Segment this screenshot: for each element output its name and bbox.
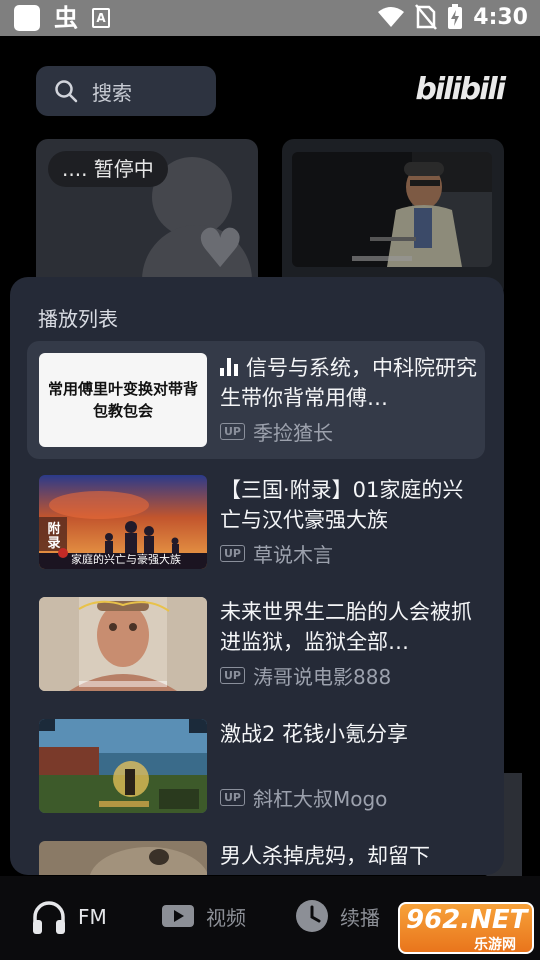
item-thumbnail: 常用傅里叶变换对带背包教包会 — [39, 353, 207, 447]
item-thumbnail — [39, 719, 207, 813]
item-title: 男人杀掉虎妈，却留下 — [220, 844, 430, 868]
search-icon — [55, 80, 78, 103]
nav-fm-label: FM — [78, 905, 107, 929]
up-badge-icon: UP — [220, 667, 245, 684]
playlist-item[interactable]: 未来世界生二胎的人会被抓进监狱，监狱全部… UP 涛哥说电影888 — [27, 585, 485, 703]
nav-continue-label: 续播 — [340, 905, 380, 930]
thumbnail-tag: 附录 — [47, 522, 61, 551]
item-thumbnail — [39, 597, 207, 691]
item-uploader: UP 草说木言 — [220, 539, 333, 568]
uploader-name: 涛哥说电影888 — [253, 665, 392, 689]
battery-charging-icon — [448, 4, 463, 29]
item-uploader: UP 涛哥说电影888 — [220, 661, 391, 690]
no-sim-icon — [415, 4, 438, 30]
playlist-item[interactable]: 附录 家庭的兴亡与豪强大族 【三国·附录】01家庭的兴亡与汉代豪强大族 UP 草… — [27, 463, 485, 581]
playlist-title: 播放列表 — [38, 307, 118, 331]
clock: 4:30 — [473, 4, 528, 30]
up-badge-icon: UP — [220, 789, 245, 806]
uploader-name: 斜杠大叔Mogo — [253, 787, 388, 811]
item-title-text: 信号与系统，中科院研究生带你背常用傅… — [220, 356, 477, 410]
watermark-subtext: 乐游网 — [474, 937, 516, 953]
notification-app-icon — [14, 5, 40, 31]
font-notification-icon: A — [92, 8, 110, 28]
thumbnail-text: 常用傅里叶变换对带背包教包会 — [39, 353, 207, 447]
video-icon — [162, 905, 194, 927]
item-uploader: UP 斜杠大叔Mogo — [220, 783, 387, 812]
headphones-icon — [33, 901, 65, 934]
item-thumbnail — [39, 841, 207, 875]
heart-icon[interactable]: ♥ — [196, 222, 244, 276]
item-title: 【三国·附录】01家庭的兴亡与汉代豪强大族 — [220, 478, 464, 532]
site-watermark: 962.NET 乐游网 — [398, 902, 534, 954]
wifi-icon — [378, 7, 405, 27]
up-badge-icon: UP — [220, 545, 245, 562]
playlist-panel: 播放列表 常用傅里叶变换对带背包教包会 信号与系统，中科院研究生带你背常用傅… … — [10, 277, 504, 875]
item-title: 信号与系统，中科院研究生带你背常用傅… — [220, 353, 482, 413]
nav-video-label: 视频 — [206, 905, 246, 930]
item-thumbnail: 附录 家庭的兴亡与豪强大族 — [39, 475, 207, 569]
bug-notification-icon: 虫 — [54, 4, 78, 32]
status-bar: 虫 A 4:30 — [0, 0, 540, 36]
nav-continue[interactable]: 续播 — [294, 898, 380, 934]
uploader-name: 草说木言 — [253, 543, 333, 567]
thumbnail-caption: 家庭的兴亡与豪强大族 — [71, 553, 181, 566]
up-badge-icon: UP — [220, 423, 245, 440]
item-uploader: UP 季捡猹长 — [220, 417, 333, 446]
playlist-item[interactable]: 激战2 花钱小氪分享 UP 斜杠大叔Mogo — [27, 707, 485, 825]
paused-badge: .... 暂停中 — [48, 151, 168, 187]
item-title: 激战2 花钱小氪分享 — [220, 722, 409, 746]
bilibili-logo: bilibili — [415, 72, 506, 107]
playlist-item[interactable]: 常用傅里叶变换对带背包教包会 信号与系统，中科院研究生带你背常用傅… UP 季捡… — [27, 341, 485, 459]
clock-icon — [296, 900, 328, 932]
playlist-item[interactable]: 男人杀掉虎妈，却留下 — [27, 829, 485, 875]
search-label: 搜索 — [92, 80, 132, 105]
nav-fm[interactable]: FM — [30, 898, 107, 936]
playing-equalizer-icon — [220, 358, 240, 376]
watermark-text: 962.NET — [406, 905, 528, 935]
uploader-name: 季捡猹长 — [253, 421, 333, 445]
item-title: 未来世界生二胎的人会被抓进监狱，监狱全部… — [220, 600, 472, 654]
nav-video[interactable]: 视频 — [160, 898, 246, 934]
video-thumbnail[interactable] — [292, 152, 492, 267]
